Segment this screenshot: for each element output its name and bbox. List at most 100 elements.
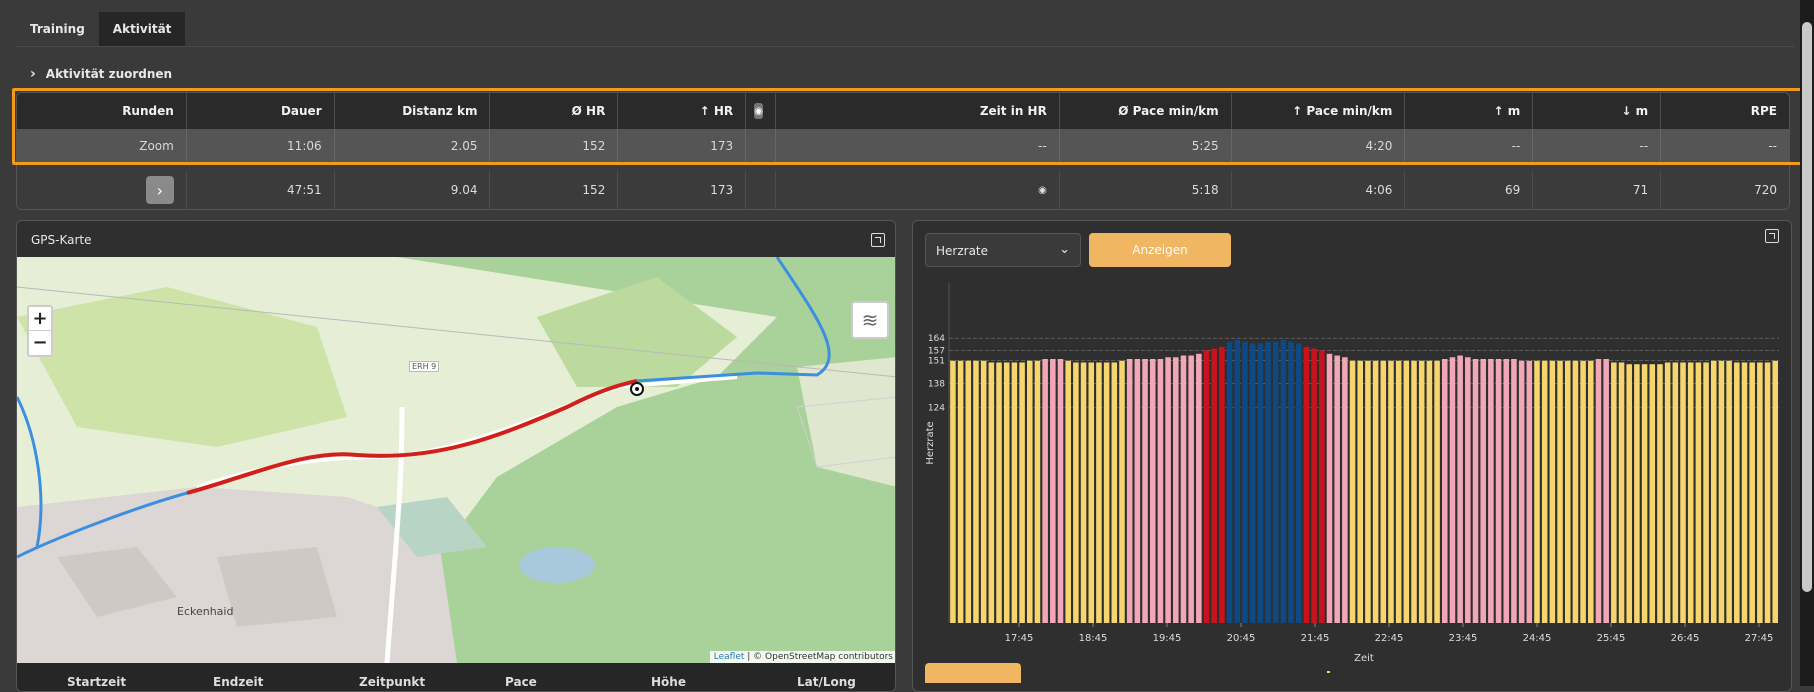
chevron-down-icon: ⌄	[1059, 242, 1070, 257]
eye-icon[interactable]: ◉	[1038, 185, 1047, 196]
scrollbar[interactable]	[1800, 0, 1814, 686]
footer-startzeit: Startzeit	[67, 675, 127, 689]
chart-card: Herzrate ⌄ Anzeigen 124 138 151 157 164 17:45…	[912, 220, 1792, 692]
header-rpe[interactable]: RPE	[1661, 93, 1789, 129]
tab-training[interactable]: Training	[16, 12, 99, 46]
bar	[996, 362, 1002, 623]
bar	[1465, 357, 1471, 623]
x-axis-label: Zeit	[1354, 653, 1374, 664]
x-tick-label: 19:45	[1153, 633, 1182, 644]
tab-aktivitaet[interactable]: Aktivität	[98, 12, 186, 46]
bar	[950, 360, 956, 623]
bar	[1603, 359, 1609, 623]
bar	[1741, 362, 1748, 623]
bar	[1073, 362, 1079, 623]
expand-laps-button[interactable]: ›	[145, 176, 174, 204]
header-distanz[interactable]: Distanz km	[335, 93, 491, 129]
leaflet-link[interactable]: Leaflet	[714, 652, 745, 662]
bar	[1703, 362, 1709, 623]
scrollbar-thumb[interactable]	[1802, 22, 1812, 592]
bar	[1411, 360, 1417, 623]
show-button[interactable]: Anzeigen	[1089, 233, 1231, 267]
map-zoom-control: + −	[27, 305, 53, 357]
y-tick-label: 151	[928, 357, 945, 367]
bar	[1618, 362, 1625, 623]
bar	[1165, 357, 1171, 623]
y-tick-label: 124	[928, 404, 945, 414]
bar	[1288, 341, 1294, 623]
x-tick-label: 20:45	[1227, 633, 1256, 644]
map-canvas[interactable]: ERH 9 Eckenhaid + − ≋ Leaflet | © OpenSt…	[17, 256, 895, 664]
bar	[1495, 359, 1502, 623]
fullscreen-icon[interactable]	[871, 233, 885, 247]
bar	[1772, 360, 1779, 623]
bar	[1442, 359, 1448, 623]
assign-activity-toggle[interactable]: › Aktivität zuordnen	[30, 66, 172, 82]
zoom-in-button[interactable]: +	[29, 307, 51, 331]
header-runden[interactable]: Runden	[17, 93, 187, 129]
y-tick-label: 164	[928, 334, 945, 344]
header-ascent[interactable]: ↑ m	[1405, 93, 1534, 129]
secondary-button[interactable]	[925, 663, 1021, 683]
app-frame: Training Aktivität › Aktivität zuordnen …	[0, 0, 1814, 692]
bar	[1057, 359, 1064, 623]
bar	[1042, 359, 1048, 623]
header-zeit-in-hr[interactable]: Zeit in HR	[776, 93, 1060, 129]
fullscreen-icon[interactable]	[1765, 229, 1779, 243]
x-tick-label: 23:45	[1449, 633, 1478, 644]
footer-pace: Pace	[505, 675, 537, 689]
bar	[1272, 341, 1279, 623]
header-dauer[interactable]: Dauer	[187, 93, 335, 129]
bar	[1457, 355, 1463, 623]
cell-zeit-in-hr: --	[776, 129, 1060, 163]
bar	[1226, 341, 1233, 623]
bar	[1242, 341, 1248, 623]
bar	[1726, 360, 1732, 623]
header-visibility[interactable]: ◉	[746, 93, 777, 129]
bar	[1011, 362, 1018, 623]
bar	[1311, 348, 1317, 623]
x-tick-label: 27:45	[1745, 633, 1774, 644]
bar	[1634, 364, 1640, 623]
metric-select[interactable]: Herzrate ⌄	[925, 233, 1081, 267]
bar	[1003, 362, 1010, 623]
bar	[1019, 362, 1025, 623]
header-descent[interactable]: ↓ m	[1533, 93, 1662, 129]
bar	[1157, 359, 1164, 623]
table-row-zoom[interactable]: Zoom 11:06 2.05 152 173 -- 5:25 4:20 -- …	[17, 129, 1789, 163]
zoom-out-button[interactable]: −	[29, 331, 51, 355]
bar	[1219, 346, 1225, 623]
header-max-hr[interactable]: ↑ HR	[618, 93, 747, 129]
header-max-pace[interactable]: ↑ Pace min/km	[1232, 93, 1406, 129]
x-tick-label: 17:45	[1005, 633, 1034, 644]
bar	[1426, 360, 1433, 623]
bar	[1564, 360, 1571, 623]
footer-zeitpunkt: Zeitpunkt	[359, 675, 426, 689]
layers-icon[interactable]: ≋	[851, 301, 889, 339]
header-avg-hr[interactable]: Ø HR	[490, 93, 619, 129]
map-footer-header: Startzeit Endzeit Zeitpunkt Pace Höhe La…	[17, 663, 895, 691]
bar	[1641, 364, 1648, 623]
bar	[1626, 364, 1632, 623]
y-axis-label: Herzrate	[925, 421, 936, 464]
bar	[1319, 350, 1325, 623]
cell-rpe: --	[1768, 139, 1778, 153]
assign-activity-label: Aktivität zuordnen	[45, 67, 173, 81]
bar	[1080, 362, 1087, 623]
bar	[1142, 359, 1148, 623]
header-avg-pace[interactable]: Ø Pace min/km	[1060, 93, 1232, 129]
bar	[1188, 355, 1194, 623]
bar	[1588, 360, 1594, 623]
bar	[1710, 360, 1717, 623]
metric-select-value: Herzrate	[936, 244, 989, 258]
cell-dauer: 11:06	[187, 129, 335, 163]
cell-visibility	[746, 171, 777, 209]
bar	[1595, 359, 1602, 623]
bar	[973, 360, 979, 623]
cell-max-pace: 4:20	[1232, 129, 1406, 163]
cell-dauer: 47:51	[187, 171, 335, 209]
bar	[1672, 362, 1679, 623]
bar	[1403, 360, 1410, 623]
eye-icon[interactable]: ◉	[754, 103, 764, 119]
bar	[1764, 362, 1771, 623]
